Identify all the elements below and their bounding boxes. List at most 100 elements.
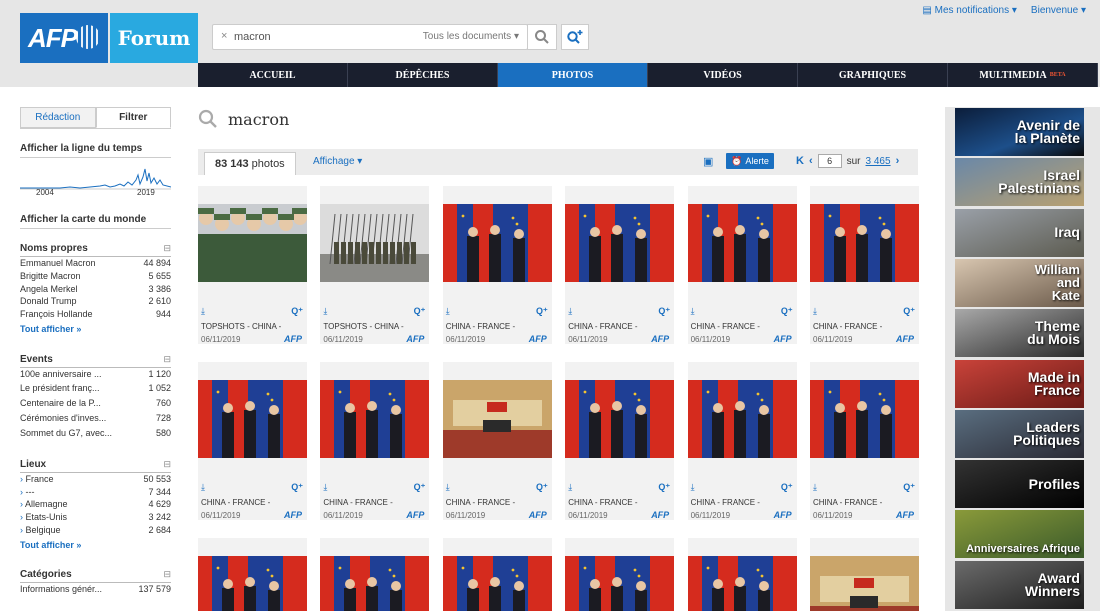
- photo-card[interactable]: [565, 538, 675, 611]
- photo-thumbnail[interactable]: [810, 186, 919, 302]
- photo-thumbnail[interactable]: [442, 186, 552, 302]
- promo-banner[interactable]: William and Kate: [955, 258, 1084, 307]
- zoom-icon[interactable]: Q⁺: [291, 306, 303, 317]
- promo-banner[interactable]: Iraq: [955, 208, 1084, 257]
- photo-caption[interactable]: CHINA - FRANCE -: [813, 498, 882, 507]
- promo-banner[interactable]: Made in France: [955, 359, 1084, 408]
- display-menu[interactable]: Affichage ▾: [313, 156, 362, 167]
- photo-card[interactable]: ⤓ Q⁺ CHINA - FRANCE - 06/11/2019 AFP: [687, 362, 797, 520]
- promo-banner[interactable]: Anniversaires Afrique: [955, 510, 1084, 559]
- tab-filtrer[interactable]: Filtrer: [95, 107, 171, 128]
- zoom-icon[interactable]: Q⁺: [781, 482, 793, 493]
- facet-row[interactable]: Cérémonies d'inves... 728: [20, 411, 171, 426]
- facet-row[interactable]: Donald Trump 2 610: [20, 295, 171, 308]
- zoom-icon[interactable]: Q⁺: [414, 306, 426, 317]
- photo-caption[interactable]: CHINA - FRANCE -: [813, 322, 882, 331]
- photo-caption[interactable]: CHINA - FRANCE -: [691, 322, 760, 331]
- photo-thumbnail[interactable]: [442, 538, 552, 611]
- first-page-icon[interactable]: K: [796, 155, 804, 167]
- photo-thumbnail[interactable]: [198, 186, 307, 302]
- facet-title[interactable]: Catégories ⊟: [20, 569, 171, 583]
- photo-caption[interactable]: CHINA - FRANCE -: [691, 498, 760, 507]
- result-count-tab[interactable]: 83 143 photos: [204, 152, 296, 175]
- facet-row[interactable]: Angela Merkel 3 386: [20, 283, 171, 296]
- photo-card[interactable]: ⤓ Q⁺ CHINA - FRANCE - 06/11/2019 AFP: [320, 362, 430, 520]
- facet-row[interactable]: › France 50 553: [20, 473, 171, 486]
- facet-title[interactable]: Lieux ⊟: [20, 459, 171, 473]
- facet-row[interactable]: › Etats-Unis 3 242: [20, 511, 171, 524]
- photo-card[interactable]: ⤓ Q⁺ CHINA - FRANCE - 06/11/2019 AFP: [810, 362, 919, 520]
- photo-thumbnail[interactable]: [198, 362, 307, 478]
- photo-card[interactable]: ⤓ Q⁺ CHINA - FRANCE - 06/11/2019 AFP: [565, 362, 675, 520]
- download-icon[interactable]: ⤓: [323, 482, 327, 493]
- photo-thumbnail[interactable]: [198, 538, 307, 611]
- facet-row[interactable]: Le président franç... 1 052: [20, 381, 171, 396]
- facet-row[interactable]: Informations génér... 137 579: [20, 583, 171, 596]
- forum-logo[interactable]: Forum: [110, 13, 198, 63]
- download-icon[interactable]: ⤓: [446, 482, 450, 493]
- photo-thumbnail[interactable]: [687, 362, 797, 478]
- expand-arrow-icon[interactable]: ›: [20, 499, 23, 509]
- promo-banner[interactable]: Profiles: [955, 460, 1084, 509]
- download-icon[interactable]: ⤓: [813, 306, 817, 317]
- facet-row[interactable]: › Belgique 2 684: [20, 524, 171, 537]
- photo-card[interactable]: [687, 538, 797, 611]
- photo-card[interactable]: ⤓ Q⁺ CHINA - FRANCE - 06/11/2019 AFP: [687, 186, 797, 344]
- photo-card[interactable]: [810, 538, 919, 611]
- search-input[interactable]: × macron Tous les documents ▾: [212, 24, 528, 50]
- zoom-icon[interactable]: Q⁺: [903, 482, 915, 493]
- notifications-menu[interactable]: ▤ Mes notifications ▾: [922, 5, 1017, 16]
- photo-thumbnail[interactable]: [810, 538, 919, 611]
- photo-thumbnail[interactable]: [565, 186, 675, 302]
- facet-row[interactable]: › --- 7 344: [20, 486, 171, 499]
- advanced-search-button[interactable]: [561, 24, 589, 50]
- photo-thumbnail[interactable]: [810, 362, 919, 478]
- total-pages-link[interactable]: 3 465: [866, 156, 891, 167]
- download-icon[interactable]: ⤓: [568, 482, 572, 493]
- collapse-icon[interactable]: ⊟: [163, 569, 171, 580]
- download-icon[interactable]: ⤓: [568, 306, 572, 317]
- promo-banner[interactable]: Israel Palestinians: [955, 158, 1084, 207]
- alert-button[interactable]: ⏰ Alerte: [726, 153, 774, 169]
- next-page-icon[interactable]: ›: [896, 155, 900, 167]
- photo-thumbnail[interactable]: [320, 538, 430, 611]
- promo-banner[interactable]: Avenir de la Planète: [955, 108, 1084, 156]
- zoom-icon[interactable]: Q⁺: [658, 306, 670, 317]
- prev-page-icon[interactable]: ‹: [809, 155, 813, 167]
- photo-card[interactable]: ⤓ Q⁺ CHINA - FRANCE - 06/11/2019 AFP: [442, 186, 552, 344]
- nav-tab-accueil[interactable]: ACCUEIL: [198, 63, 348, 87]
- show-all-link[interactable]: Tout afficher »: [20, 324, 171, 334]
- photo-caption[interactable]: TOPSHOTS - CHINA -: [323, 322, 403, 331]
- promo-banner[interactable]: Leaders Politiques: [955, 409, 1084, 458]
- afp-logo[interactable]: AFP: [20, 13, 108, 63]
- photo-card[interactable]: [320, 538, 430, 611]
- download-icon[interactable]: ⤓: [201, 306, 205, 317]
- facet-row[interactable]: Brigitte Macron 5 655: [20, 270, 171, 283]
- photo-thumbnail[interactable]: [320, 362, 430, 478]
- zoom-icon[interactable]: Q⁺: [658, 482, 670, 493]
- facet-row[interactable]: 100e anniversaire ... 1 120: [20, 368, 171, 381]
- download-icon[interactable]: ⤓: [323, 306, 327, 317]
- zoom-icon[interactable]: Q⁺: [781, 306, 793, 317]
- document-type-select[interactable]: Tous les documents ▾: [423, 31, 519, 42]
- expand-arrow-icon[interactable]: ›: [20, 474, 23, 484]
- facet-title[interactable]: Events ⊟: [20, 354, 171, 368]
- page-input[interactable]: 6: [817, 154, 842, 168]
- search-value[interactable]: macron: [234, 31, 271, 43]
- zoom-icon[interactable]: Q⁺: [536, 482, 548, 493]
- clear-search-icon[interactable]: ×: [221, 30, 227, 42]
- photo-caption[interactable]: TOPSHOTS - CHINA -: [201, 322, 281, 331]
- photo-card[interactable]: ⤓ Q⁺ TOPSHOTS - CHINA - 06/11/2019 AFP: [320, 186, 430, 344]
- zoom-icon[interactable]: Q⁺: [536, 306, 548, 317]
- photo-thumbnail[interactable]: [687, 538, 797, 611]
- photo-card[interactable]: [442, 538, 552, 611]
- tab-redaction[interactable]: Rédaction: [20, 107, 96, 128]
- photo-caption[interactable]: CHINA - FRANCE -: [323, 498, 392, 507]
- facet-row[interactable]: Sommet du G7, avec... 580: [20, 426, 171, 441]
- facet-row[interactable]: Centenaire de la P... 760: [20, 396, 171, 411]
- nav-tab-videos[interactable]: VIDÉOS: [648, 63, 798, 87]
- download-icon[interactable]: ⤓: [201, 482, 205, 493]
- download-icon[interactable]: ⤓: [691, 306, 695, 317]
- photo-caption[interactable]: CHINA - FRANCE -: [568, 498, 637, 507]
- search-button[interactable]: [527, 24, 557, 50]
